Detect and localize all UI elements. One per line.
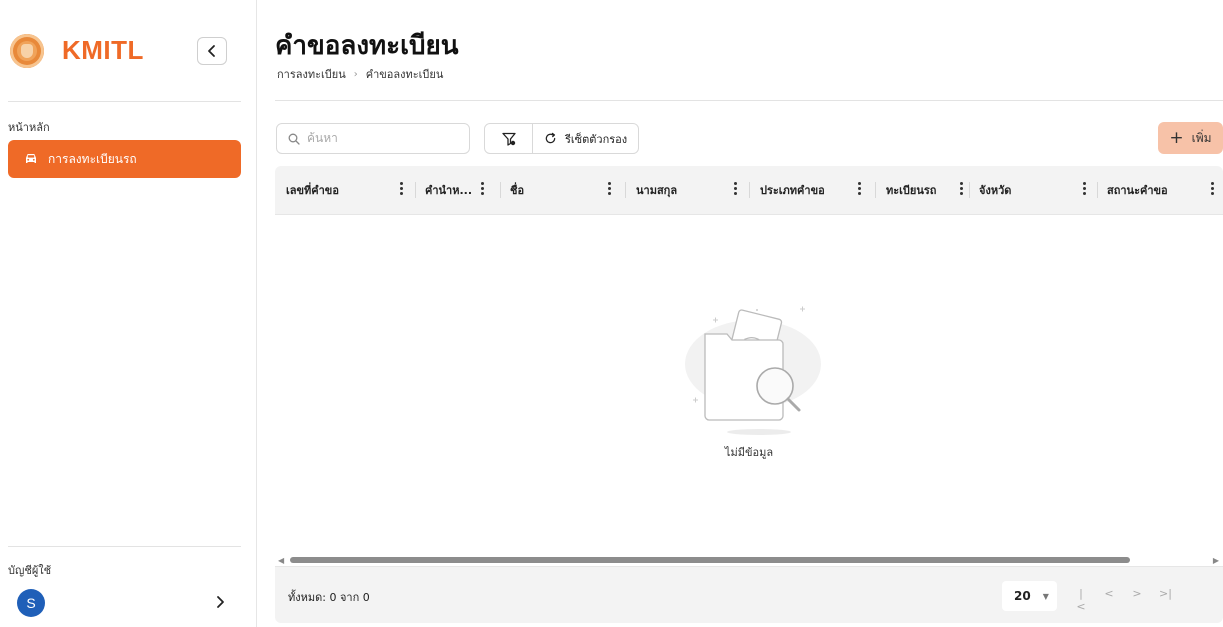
empty-state-text: ไม่มีข้อมูล [724,446,774,459]
sidebar-item-label: การลงทะเบียนรถ [48,151,137,166]
kmitl-seal-logo [10,34,44,68]
horizontal-scrollbar[interactable]: ◀ ▶ [275,554,1223,566]
column-menu-icon[interactable] [608,181,612,199]
column-separator[interactable] [625,182,626,198]
refresh-icon [545,132,556,144]
scroll-left-arrow-icon[interactable]: ◀ [278,556,284,565]
chevron-left-icon [208,45,215,57]
page-size-value: 20 [1014,589,1031,603]
reset-filter-label: รีเซ็ตตัวกรอง [565,132,628,146]
scrollbar-thumb[interactable] [290,557,1130,563]
column-separator[interactable] [875,182,876,198]
search-input[interactable]: ค้นหา [276,123,470,154]
column-separator[interactable] [415,182,416,198]
car-icon [26,154,36,163]
column-header-last-name[interactable]: นามสกุล [636,166,677,214]
sidebar: KMITL หน้าหลัก การลงทะเบียนรถ บัญชีผู้ใช… [0,0,257,627]
pagination: |< < > >| [1075,587,1172,613]
column-header-prefix[interactable]: คำนำห... [425,166,472,214]
column-header-status[interactable]: สถานะคำขอ [1107,166,1168,214]
column-separator[interactable] [969,182,970,198]
logo-area: KMITL [10,34,238,70]
scroll-right-arrow-icon[interactable]: ▶ [1213,556,1219,565]
filter-button[interactable] [485,124,533,153]
filter-button-group: รีเซ็ตตัวกรอง [484,123,639,154]
previous-page-icon[interactable]: < [1103,587,1115,613]
column-header-province[interactable]: จังหวัด [979,166,1011,214]
header-divider [275,100,1223,101]
page-title: คำขอลงทะเบียน [275,31,459,61]
column-separator[interactable] [500,182,501,198]
column-menu-icon[interactable] [858,181,862,199]
column-header-plate[interactable]: ทะเบียนรถ [886,166,936,214]
column-menu-icon[interactable] [734,181,738,199]
chevron-right-icon[interactable] [212,594,228,610]
column-separator[interactable] [1097,182,1098,198]
empty-folder-search-icon [685,306,821,435]
plus-icon: + [1169,127,1184,148]
total-count-text: ทั้งหมด: 0 จาก 0 [288,591,370,604]
breadcrumb-item-registration[interactable]: การลงทะเบียน [277,65,346,83]
breadcrumb-item-current: คำขอลงทะเบียน [365,68,444,81]
breadcrumb: การลงทะเบียน › คำขอลงทะเบียน [277,65,443,83]
reset-filter-button[interactable]: รีเซ็ตตัวกรอง [533,124,638,153]
collapse-sidebar-button[interactable] [197,37,227,65]
column-separator[interactable] [749,182,750,198]
logo-text: KMITL [62,35,144,65]
sidebar-section-label: หน้าหลัก [8,121,50,134]
first-page-icon[interactable]: |< [1075,587,1087,613]
add-button-label: เพิ่ม [1191,130,1212,145]
column-menu-icon[interactable] [400,181,404,199]
last-page-icon[interactable]: >| [1159,587,1172,613]
search-icon [288,133,300,145]
next-page-icon[interactable]: > [1131,587,1143,613]
grid-body: ไม่มีข้อมูล [275,214,1223,554]
column-menu-icon[interactable] [1083,181,1087,199]
add-button[interactable]: + เพิ่ม [1158,122,1223,154]
sidebar-item-vehicle-registration[interactable]: การลงทะเบียนรถ [8,140,241,178]
sidebar-divider [8,546,241,547]
column-header-request-type[interactable]: ประเภทคำขอ [760,166,825,214]
column-header-request-no[interactable]: เลขที่คำขอ [286,166,339,214]
account-section-label: บัญชีผู้ใช้ [8,564,52,577]
data-grid: เลขที่คำขอ คำนำห... ชื่อ นามสกุล ประเภทค… [275,166,1223,623]
breadcrumb-separator-icon: › [353,68,358,80]
avatar[interactable]: S [17,589,45,617]
page-size-select[interactable]: 20 ▼ [1002,581,1057,611]
column-header-first-name[interactable]: ชื่อ [510,166,524,214]
search-placeholder: ค้นหา [307,131,338,145]
sidebar-divider [8,101,241,102]
chevron-down-icon: ▼ [1042,591,1049,601]
column-menu-icon[interactable] [960,181,964,199]
grid-header: เลขที่คำขอ คำนำห... ชื่อ นามสกุล ประเภทค… [275,166,1223,215]
filter-icon [501,132,516,146]
column-menu-icon[interactable] [1211,181,1215,199]
column-menu-icon[interactable] [481,181,485,199]
grid-footer: ทั้งหมด: 0 จาก 0 20 ▼ |< < > >| [275,566,1223,623]
